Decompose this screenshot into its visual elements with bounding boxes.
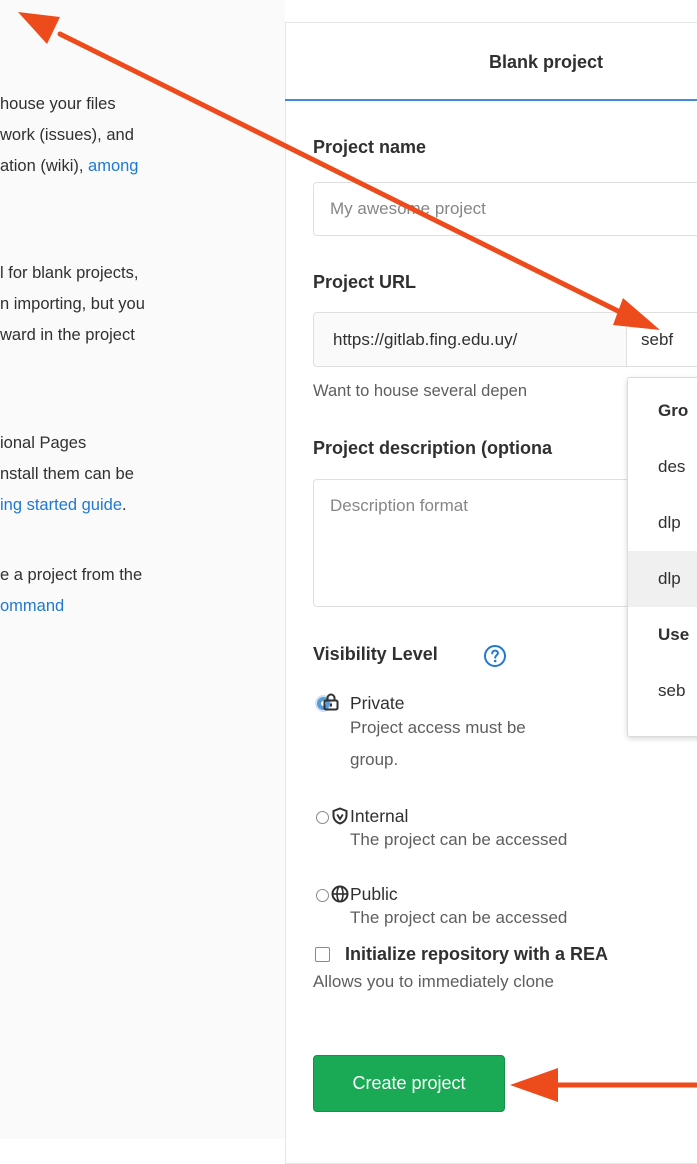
annotation-arrows	[18, 12, 697, 1102]
annotation-arrow-create	[510, 1068, 697, 1102]
annotation-arrow-url	[18, 12, 660, 330]
